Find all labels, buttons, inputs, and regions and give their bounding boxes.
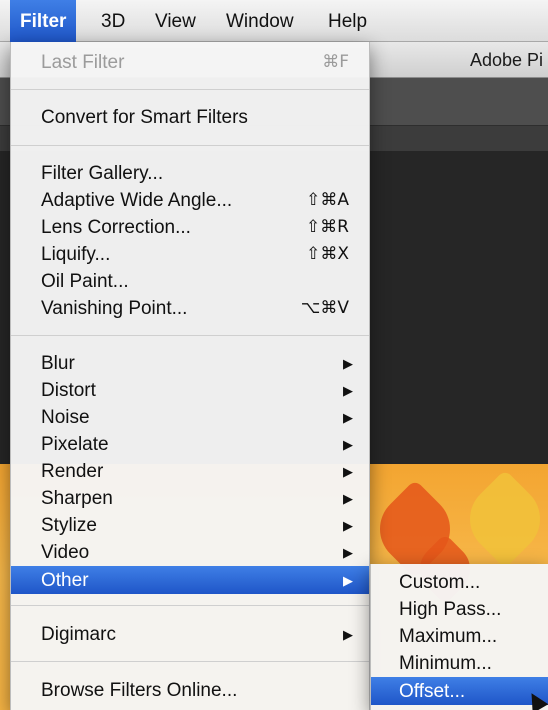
menu-separator: [11, 145, 369, 146]
menu-item-label: Render: [41, 461, 104, 482]
shortcut-label: ⌥⌘V: [300, 298, 349, 318]
menu-bar: Filter 3D View Window Help: [0, 0, 548, 42]
submenu-arrow-icon: ▶: [343, 410, 353, 425]
menu-item-label: Adaptive Wide Angle...: [41, 190, 233, 211]
shortcut-label: ⇧⌘R: [305, 217, 349, 237]
menu-separator: [11, 605, 369, 606]
menu-item-filter-gallery[interactable]: Filter Gallery...: [11, 159, 369, 187]
shortcut-label: ⇧⌘X: [306, 244, 349, 264]
submenu-item-minimum[interactable]: Minimum...: [371, 649, 548, 677]
menu-item-distort[interactable]: Distort ▶: [11, 376, 369, 404]
menu-item-label: Sharpen: [41, 488, 113, 509]
menu-item-render[interactable]: Render ▶: [11, 457, 369, 485]
menu-separator: [11, 335, 369, 336]
app-title: Adobe Pi: [470, 50, 544, 70]
filter-dropdown-menu: Last Filter ⌘F Convert for Smart Filters…: [10, 42, 370, 710]
menu-item-label: Noise: [41, 407, 90, 428]
submenu-arrow-icon: ▶: [343, 518, 353, 533]
menu-item-video[interactable]: Video ▶: [11, 538, 369, 566]
menu-view[interactable]: View: [145, 0, 206, 42]
menu-item-label: Distort: [41, 380, 96, 401]
menu-item-label: Minimum...: [399, 653, 492, 674]
menu-item-other[interactable]: Other ▶: [11, 566, 369, 594]
menu-separator: [11, 661, 369, 662]
submenu-item-high-pass[interactable]: High Pass...: [371, 595, 548, 623]
menu-item-oil-paint[interactable]: Oil Paint...: [11, 267, 369, 295]
menu-item-vanishing-point[interactable]: Vanishing Point... ⌥⌘V: [11, 294, 369, 322]
menu-window[interactable]: Window: [216, 0, 304, 42]
menu-item-label: Maximum...: [399, 626, 498, 647]
menu-item-lens-correction[interactable]: Lens Correction... ⇧⌘R: [11, 213, 369, 241]
menu-3d[interactable]: 3D: [91, 0, 135, 42]
menu-item-label: Convert for Smart Filters: [41, 107, 248, 128]
submenu-item-maximum[interactable]: Maximum...: [371, 622, 548, 650]
menu-item-label: Custom...: [399, 572, 481, 593]
menu-item-label: Pixelate: [41, 434, 109, 455]
submenu-arrow-icon: ▶: [343, 491, 353, 506]
menu-item-convert-smart-filters[interactable]: Convert for Smart Filters: [11, 103, 369, 131]
menu-item-stylize[interactable]: Stylize ▶: [11, 511, 369, 539]
menu-item-label: Oil Paint...: [41, 271, 129, 292]
menu-item-label: Liquify...: [41, 244, 111, 265]
menu-item-digimarc[interactable]: Digimarc ▶: [11, 620, 369, 648]
menu-item-label: Vanishing Point...: [41, 298, 188, 319]
other-submenu: Custom... High Pass... Maximum... Minimu…: [370, 564, 548, 710]
shortcut-label: ⌘F: [322, 52, 349, 72]
menu-item-label: Stylize: [41, 515, 97, 536]
submenu-arrow-icon: ▶: [343, 383, 353, 398]
menu-item-liquify[interactable]: Liquify... ⇧⌘X: [11, 240, 369, 268]
menu-item-last-filter: Last Filter ⌘F: [11, 48, 369, 76]
menu-item-label: Offset...: [399, 681, 466, 702]
submenu-item-offset[interactable]: Offset...: [371, 677, 548, 705]
menu-item-browse-filters-online[interactable]: Browse Filters Online...: [11, 676, 369, 704]
submenu-arrow-icon: ▶: [343, 627, 353, 642]
menu-item-label: Digimarc: [41, 624, 116, 645]
menu-item-label: Other: [41, 570, 89, 591]
menu-help[interactable]: Help: [318, 0, 377, 42]
menu-item-label: Browse Filters Online...: [41, 680, 238, 701]
menu-item-blur[interactable]: Blur ▶: [11, 349, 369, 377]
submenu-item-custom[interactable]: Custom...: [371, 568, 548, 596]
menu-item-adaptive-wide-angle[interactable]: Adaptive Wide Angle... ⇧⌘A: [11, 186, 369, 214]
menu-item-label: Blur: [41, 353, 75, 374]
submenu-arrow-icon: ▶: [343, 464, 353, 479]
menu-item-pixelate[interactable]: Pixelate ▶: [11, 430, 369, 458]
menu-item-label: Last Filter: [41, 52, 125, 73]
submenu-arrow-icon: ▶: [343, 545, 353, 560]
submenu-arrow-icon: ▶: [343, 437, 353, 452]
menu-item-label: Video: [41, 542, 90, 563]
submenu-arrow-icon: ▶: [343, 356, 353, 371]
menu-filter[interactable]: Filter: [10, 0, 77, 42]
menu-separator: [11, 89, 369, 90]
menu-item-label: High Pass...: [399, 599, 502, 620]
menu-item-label: Filter Gallery...: [41, 163, 164, 184]
shortcut-label: ⇧⌘A: [306, 190, 349, 210]
submenu-arrow-icon: ▶: [343, 573, 353, 588]
menu-item-label: Lens Correction...: [41, 217, 191, 238]
menu-item-sharpen[interactable]: Sharpen ▶: [11, 484, 369, 512]
menu-item-noise[interactable]: Noise ▶: [11, 403, 369, 431]
